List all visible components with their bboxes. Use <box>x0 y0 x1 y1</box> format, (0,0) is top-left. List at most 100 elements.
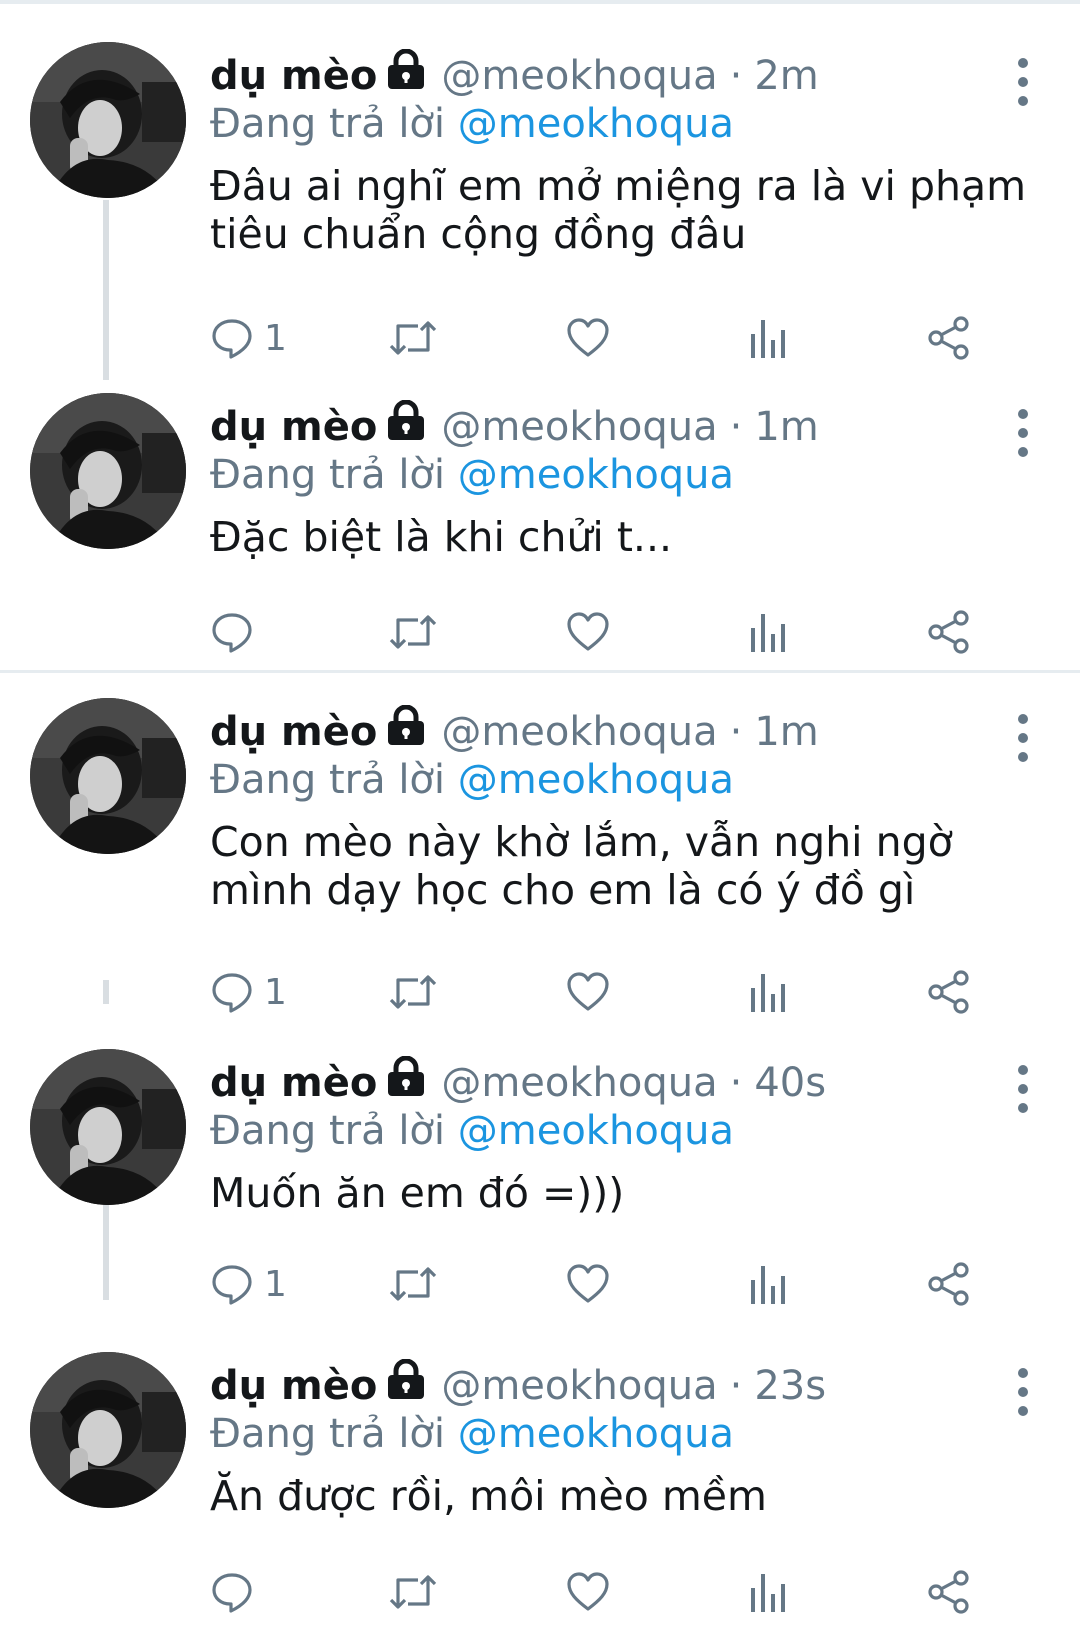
tweet[interactable]: dụ mèo @meokhoqua · 40s Đang trả lời @me… <box>0 1049 1080 1306</box>
mention-link[interactable]: @meokhoqua <box>458 452 734 498</box>
replying-to: Đang trả lời @meokhoqua <box>210 1105 734 1157</box>
mention-link[interactable]: @meokhoqua <box>458 1108 734 1154</box>
display-name[interactable]: dụ mèo <box>210 1057 377 1109</box>
retweet-button[interactable] <box>388 312 438 364</box>
more-options-button[interactable] <box>1016 54 1030 110</box>
like-button[interactable] <box>566 1258 610 1310</box>
heart-icon <box>567 1572 609 1611</box>
tweet-header: dụ mèo @meokhoqua · 23s <box>210 1358 826 1412</box>
tweet-header: dụ mèo @meokhoqua · 40s <box>210 1055 826 1109</box>
retweet-button[interactable] <box>388 966 438 1018</box>
display-name[interactable]: dụ mèo <box>210 1360 377 1412</box>
reply-button[interactable]: 1 <box>210 1258 287 1310</box>
avatar[interactable] <box>30 1049 186 1205</box>
heart-icon <box>567 318 609 357</box>
like-button[interactable] <box>566 966 610 1018</box>
more-vertical-icon <box>1018 1103 1028 1113</box>
user-handle[interactable]: @meokhoqua <box>441 1360 717 1412</box>
analytics-button[interactable] <box>748 606 788 658</box>
replying-to-label: Đang trả lời <box>210 1108 446 1154</box>
like-button[interactable] <box>566 1566 610 1618</box>
retweet-icon <box>389 975 437 1009</box>
avatar-image <box>30 698 186 854</box>
share-button[interactable] <box>926 1566 972 1618</box>
share-icon <box>928 316 969 360</box>
share-button[interactable] <box>926 312 972 364</box>
retweet-button[interactable] <box>388 1258 438 1310</box>
more-vertical-icon <box>1018 733 1028 743</box>
lock-icon <box>385 704 427 747</box>
more-vertical-icon <box>1018 77 1028 87</box>
user-handle[interactable]: @meokhoqua <box>441 706 717 758</box>
separator-dot: · <box>729 709 743 755</box>
replying-to: Đang trả lời @meokhoqua <box>210 449 734 501</box>
user-handle[interactable]: @meokhoqua <box>441 401 717 453</box>
more-options-button[interactable] <box>1016 1364 1030 1420</box>
user-handle[interactable]: @meokhoqua <box>441 50 717 102</box>
retweet-button[interactable] <box>388 1566 438 1618</box>
mention-link[interactable]: @meokhoqua <box>458 757 734 803</box>
tweet[interactable]: dụ mèo @meokhoqua · 23s Đang trả lời @me… <box>0 1352 1080 1614</box>
timestamp[interactable]: 23s <box>754 1360 826 1412</box>
tweet[interactable]: dụ mèo @meokhoqua · 1m Đang trả lời @meo… <box>0 393 1080 654</box>
avatar-image <box>30 393 186 549</box>
like-button[interactable] <box>566 312 610 364</box>
timestamp[interactable]: 1m <box>754 401 818 453</box>
retweet-button[interactable] <box>388 606 438 658</box>
mention-link[interactable]: @meokhoqua <box>458 101 734 147</box>
display-name[interactable]: dụ mèo <box>210 401 377 453</box>
share-button[interactable] <box>926 966 972 1018</box>
replying-to-label: Đang trả lời <box>210 1411 446 1457</box>
lock-icon <box>385 1055 427 1098</box>
share-button[interactable] <box>926 606 972 658</box>
user-handle[interactable]: @meokhoqua <box>441 1057 717 1109</box>
more-vertical-icon <box>1018 428 1028 438</box>
more-vertical-icon <box>1018 96 1028 106</box>
tweet-text: Đâu ai nghĩ em mở miệng ra là vi phạm ti… <box>210 162 1027 258</box>
replying-to: Đang trả lời @meokhoqua <box>210 98 734 150</box>
avatar-image <box>30 42 186 198</box>
reply-button[interactable] <box>210 1566 264 1618</box>
more-vertical-icon <box>1018 1084 1028 1094</box>
retweet-icon <box>389 321 437 355</box>
comment-icon <box>212 1573 252 1613</box>
timestamp[interactable]: 2m <box>754 50 818 102</box>
avatar[interactable] <box>30 393 186 549</box>
tweet-text: Muốn ăn em đó =))) <box>210 1169 625 1217</box>
retweet-icon <box>389 615 437 649</box>
display-name[interactable]: dụ mèo <box>210 706 377 758</box>
timestamp[interactable]: 1m <box>754 706 818 758</box>
avatar[interactable] <box>30 42 186 198</box>
analytics-button[interactable] <box>748 966 788 1018</box>
replying-to-label: Đang trả lời <box>210 757 446 803</box>
like-button[interactable] <box>566 606 610 658</box>
reply-button[interactable]: 1 <box>210 312 287 364</box>
tweet[interactable]: dụ mèo @meokhoqua · 2m Đang trả lời @meo… <box>0 42 1080 360</box>
heart-icon <box>567 612 609 651</box>
tweet[interactable]: dụ mèo @meokhoqua · 1m Đang trả lời @meo… <box>0 698 1080 1014</box>
more-options-button[interactable] <box>1016 405 1030 461</box>
analytics-button[interactable] <box>748 1566 788 1618</box>
replying-to: Đang trả lời @meokhoqua <box>210 1408 734 1460</box>
mention-link[interactable]: @meokhoqua <box>458 1411 734 1457</box>
reply-button[interactable] <box>210 606 264 658</box>
more-vertical-icon <box>1018 409 1028 419</box>
replying-to-label: Đang trả lời <box>210 101 446 147</box>
retweet-icon <box>389 1575 437 1609</box>
tweet-text: Ăn được rồi, môi mèo mềm <box>210 1472 767 1520</box>
reply-count: 1 <box>264 971 287 1013</box>
display-name[interactable]: dụ mèo <box>210 50 377 102</box>
tweet-actions: 1 <box>210 1258 1020 1310</box>
avatar-image <box>30 1352 186 1508</box>
avatar[interactable] <box>30 698 186 854</box>
more-options-button[interactable] <box>1016 1061 1030 1117</box>
top-divider <box>0 0 1080 4</box>
share-button[interactable] <box>926 1258 972 1310</box>
analytics-button[interactable] <box>748 1258 788 1310</box>
retweet-icon <box>389 1267 437 1301</box>
analytics-button[interactable] <box>748 312 788 364</box>
timestamp[interactable]: 40s <box>754 1057 826 1109</box>
reply-button[interactable]: 1 <box>210 966 287 1018</box>
more-options-button[interactable] <box>1016 710 1030 766</box>
avatar[interactable] <box>30 1352 186 1508</box>
